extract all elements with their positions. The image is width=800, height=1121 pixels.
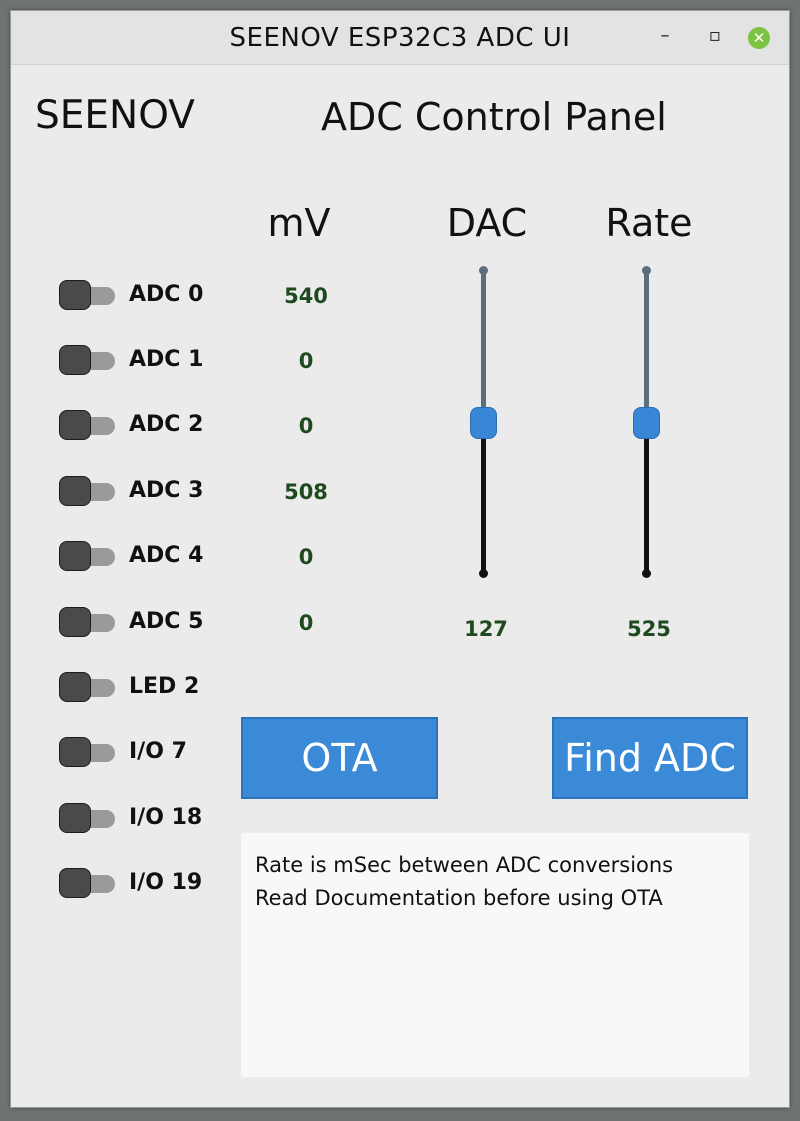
maximize-icon[interactable]: ▫: [702, 25, 728, 51]
toggle-row-adc2: ADC 2: [59, 408, 219, 444]
toggle-label-io18: I/O 18: [129, 805, 203, 830]
toggle-knob: [59, 607, 91, 637]
toggle-switch-adc3[interactable]: [59, 476, 117, 506]
toggle-label-adc2: ADC 2: [129, 412, 204, 437]
toggle-label-adc5: ADC 5: [129, 609, 204, 634]
toggle-switch-adc4[interactable]: [59, 541, 117, 571]
slider-rail-lower: [481, 423, 486, 577]
minimize-icon[interactable]: –: [652, 25, 678, 51]
toggle-row-adc3: ADC 3: [59, 474, 219, 510]
message-line: Read Documentation before using OTA: [255, 886, 663, 910]
toggle-switch-io19[interactable]: [59, 868, 117, 898]
toggle-label-led2: LED 2: [129, 674, 200, 699]
toggle-label-adc0: ADC 0: [129, 282, 204, 307]
toggle-label-adc4: ADC 4: [129, 543, 204, 568]
ota-button[interactable]: OTA: [241, 717, 438, 799]
slider-rail-upper: [644, 269, 649, 423]
toggle-label-io19: I/O 19: [129, 870, 203, 895]
rate-slider[interactable]: [627, 266, 667, 581]
toggle-row-io7: I/O 7: [59, 735, 219, 771]
toggle-switch-io7[interactable]: [59, 737, 117, 767]
mv-value-adc1: 0: [298, 349, 314, 373]
mv-value-adc4: 0: [298, 545, 314, 569]
toggle-switch-adc5[interactable]: [59, 607, 117, 637]
toggle-switch-led2[interactable]: [59, 672, 117, 702]
slider-end-cap: [642, 569, 651, 578]
close-icon[interactable]: ✕: [748, 27, 770, 49]
toggle-row-io18: I/O 18: [59, 801, 219, 837]
toggle-switch-adc0[interactable]: [59, 280, 117, 310]
panel-title: ADC Control Panel: [321, 95, 667, 139]
toggle-switch-io18[interactable]: [59, 803, 117, 833]
toggle-row-adc0: ADC 0: [59, 278, 219, 314]
toggle-label-adc3: ADC 3: [129, 478, 204, 503]
rate-slider-handle[interactable]: [633, 407, 660, 439]
slider-rail-upper: [481, 269, 486, 423]
column-header-rate: Rate: [605, 201, 693, 245]
rate-value: 525: [627, 617, 671, 641]
toggle-row-adc4: ADC 4: [59, 539, 219, 575]
message-line: Rate is mSec between ADC conversions: [255, 853, 674, 877]
toggle-knob: [59, 737, 91, 767]
slider-end-cap: [479, 569, 488, 578]
toggle-knob: [59, 868, 91, 898]
mv-value-adc5: 0: [298, 611, 314, 635]
column-header-dac: DAC: [446, 201, 528, 245]
toggle-knob: [59, 476, 91, 506]
toggle-label-adc1: ADC 1: [129, 347, 204, 372]
toggle-row-adc1: ADC 1: [59, 343, 219, 379]
mv-value-adc0: 540: [284, 284, 328, 308]
mv-value-adc2: 0: [298, 414, 314, 438]
toggle-row-adc5: ADC 5: [59, 605, 219, 641]
message-box[interactable]: Rate is mSec between ADC conversions Rea…: [241, 833, 749, 1077]
find-adc-button[interactable]: Find ADC: [552, 717, 748, 799]
slider-rail-lower: [644, 423, 649, 577]
toggle-knob: [59, 803, 91, 833]
toggle-label-io7: I/O 7: [129, 739, 187, 764]
brand-label: SEENOV: [35, 93, 195, 138]
dac-slider[interactable]: [464, 266, 504, 581]
toggle-row-io19: I/O 19: [59, 866, 219, 902]
app-window: SEENOV ESP32C3 ADC UI – ▫ ✕ SEENOV ADC C…: [10, 10, 790, 1108]
column-header-mv: mV: [267, 201, 331, 245]
toggle-knob: [59, 672, 91, 702]
toggle-row-led2: LED 2: [59, 670, 219, 706]
mv-value-adc3: 508: [284, 480, 328, 504]
toggle-knob: [59, 280, 91, 310]
toggle-knob: [59, 541, 91, 571]
toggle-switch-adc1[interactable]: [59, 345, 117, 375]
toggle-knob: [59, 345, 91, 375]
dac-slider-handle[interactable]: [470, 407, 497, 439]
dac-value: 127: [464, 617, 508, 641]
title-bar[interactable]: SEENOV ESP32C3 ADC UI – ▫ ✕: [11, 11, 789, 65]
toggle-switch-adc2[interactable]: [59, 410, 117, 440]
toggle-knob: [59, 410, 91, 440]
